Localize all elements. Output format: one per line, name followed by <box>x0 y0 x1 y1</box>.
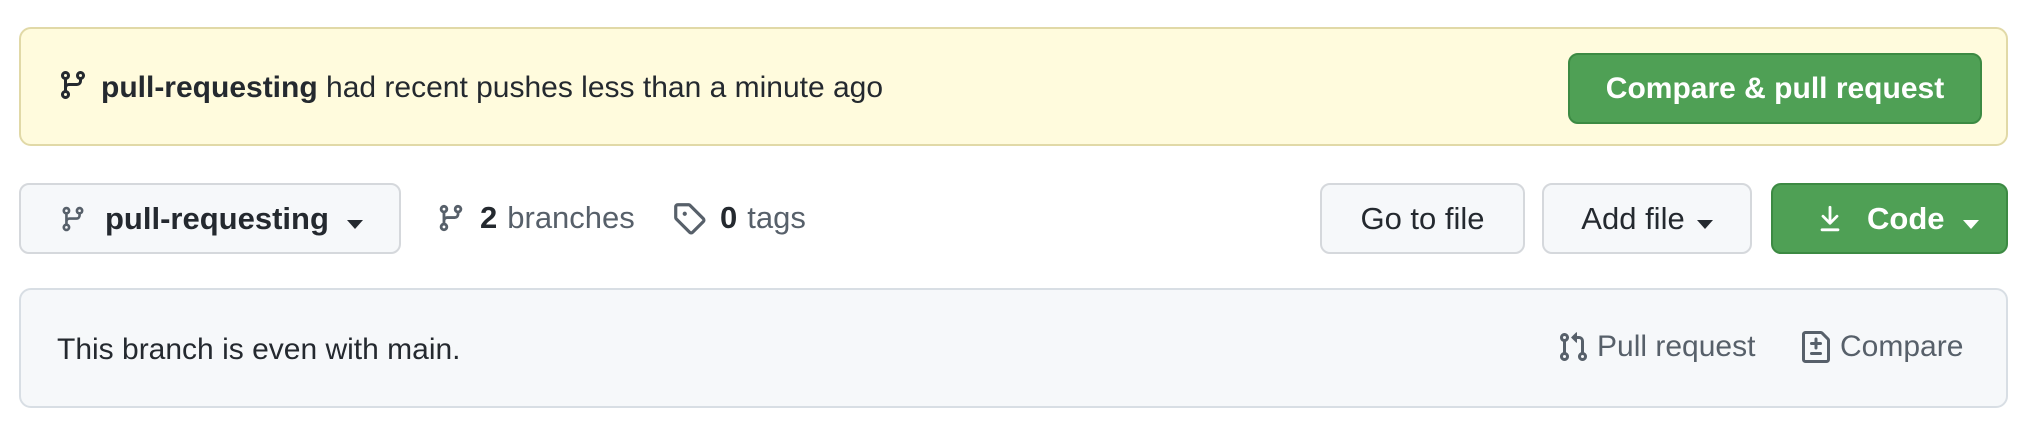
tags-link[interactable]: 0 tags <box>672 196 806 240</box>
chevron-down-icon <box>346 201 363 237</box>
go-to-file-button[interactable]: Go to file <box>1320 183 1525 254</box>
add-file-button[interactable]: Add file <box>1542 183 1752 254</box>
chevron-down-icon <box>1696 201 1713 237</box>
compare-link[interactable]: Compare <box>1800 330 1963 364</box>
tags-count: 0 <box>720 200 738 235</box>
pull-request-label: Pull request <box>1597 330 1756 363</box>
git-branch-icon <box>436 202 466 234</box>
recent-push-banner: pull-requesting had recent pushes less t… <box>19 27 2008 146</box>
branches-link[interactable]: 2 branches <box>436 196 635 240</box>
banner-message-text: had recent pushes less than a minute ago <box>317 71 884 104</box>
code-button-label: Code <box>1867 200 1945 236</box>
pull-request-link[interactable]: Pull request <box>1557 330 1755 364</box>
branches-label: branches <box>507 200 635 235</box>
git-pull-request-icon <box>1557 331 1589 363</box>
tags-label: tags <box>747 200 806 235</box>
branch-selector-button[interactable]: pull-requesting <box>19 183 401 254</box>
tag-icon <box>672 201 706 235</box>
file-diff-icon <box>1800 331 1832 363</box>
code-button[interactable]: Code <box>1771 183 2008 254</box>
branch-status-bar: This branch is even with main. Pull requ… <box>19 288 2008 408</box>
compare-pull-request-button[interactable]: Compare & pull request <box>1568 53 1982 124</box>
branch-status-message: This branch is even with main. <box>57 333 461 366</box>
chevron-down-icon <box>1962 201 1979 237</box>
banner-message: pull-requesting had recent pushes less t… <box>101 70 883 106</box>
compare-label: Compare <box>1840 330 1964 363</box>
git-branch-icon <box>57 69 89 101</box>
add-file-label: Add file <box>1581 200 1685 236</box>
branch-selector-label: pull-requesting <box>105 200 329 236</box>
download-icon <box>1815 203 1845 235</box>
branches-count: 2 <box>480 200 498 235</box>
git-branch-icon <box>59 203 87 235</box>
banner-branch-name[interactable]: pull-requesting <box>101 71 318 104</box>
